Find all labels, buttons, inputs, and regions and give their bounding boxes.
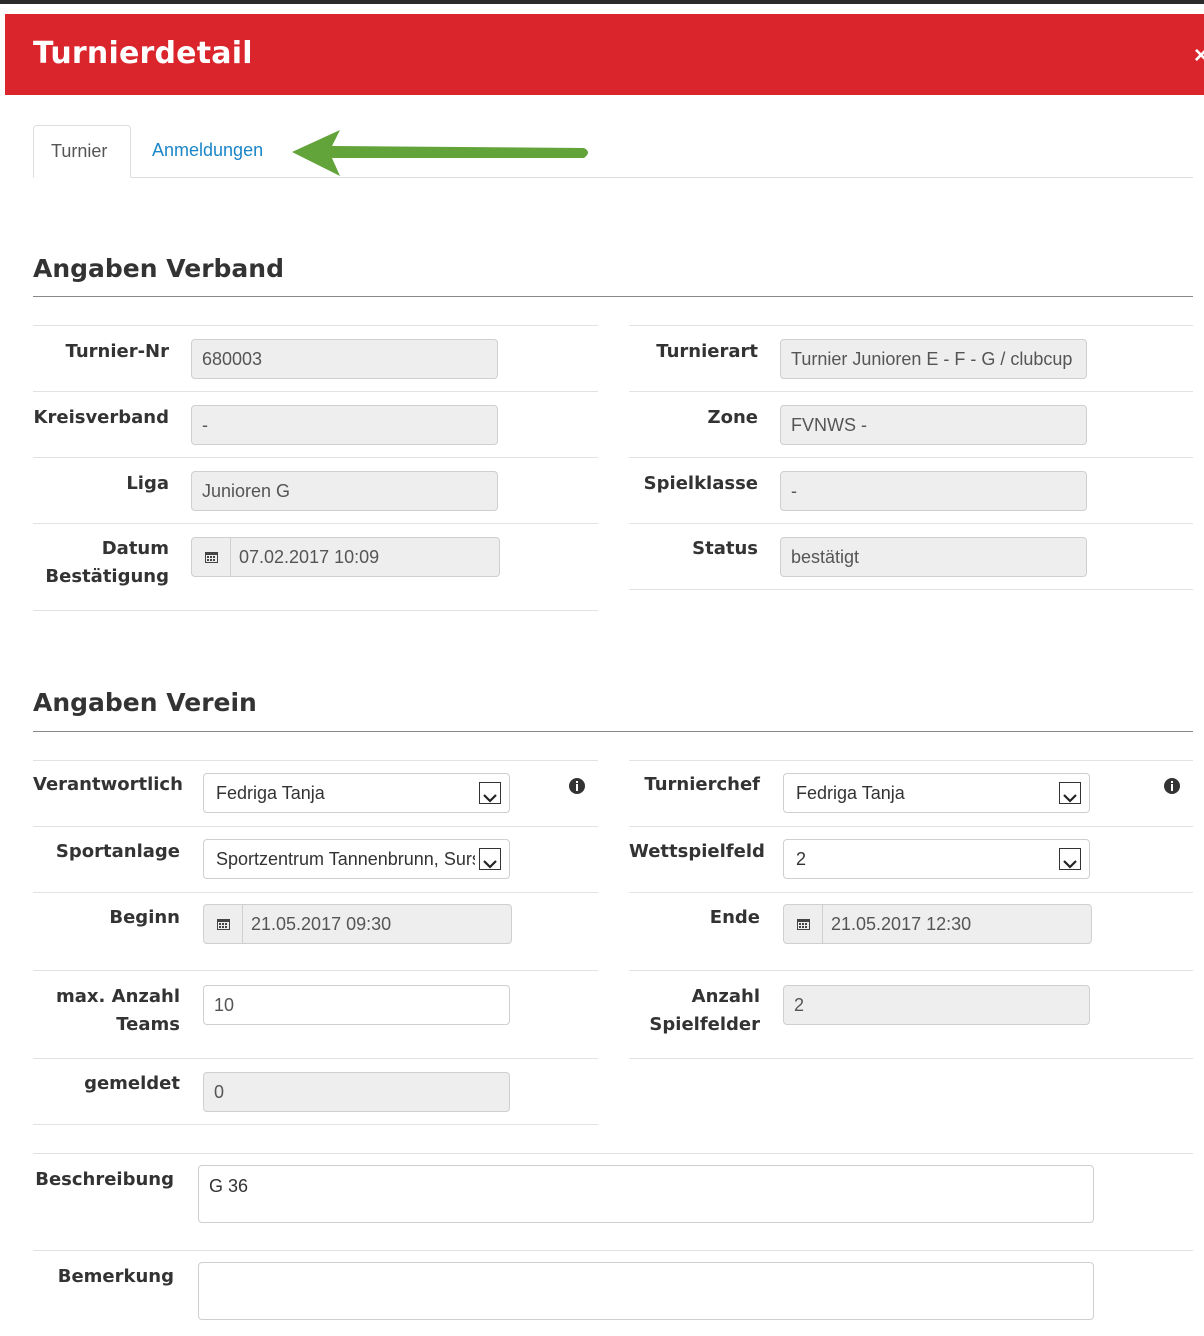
chevron-down-icon[interactable] [1059,848,1081,870]
row-divider [33,970,598,971]
label-line: max. Anzahl [56,986,180,1007]
row-divider [629,1058,1193,1059]
label-turnier-nr: Turnier-Nr [65,341,169,362]
dialog-header: Turnierdetail × [5,14,1204,95]
date-value: 21.05.2017 12:30 [831,914,972,934]
calendar-icon [784,905,823,943]
row-divider [629,523,1193,524]
row-divider [33,1153,1193,1154]
label-bemerkung: Bemerkung [57,1266,174,1287]
row-divider [33,1250,1193,1251]
spielklasse-field: - [780,471,1087,511]
info-icon[interactable] [1164,778,1180,794]
label-ende: Ende [709,907,760,928]
label-sportanlage: Sportanlage [55,841,180,862]
select-value: 2 [796,849,807,869]
turnier-nr-field: 680003 [191,339,498,379]
turnierart-field: Turnier Junioren E - F - G / clubcup [780,339,1087,379]
wettspielfeld-select[interactable]: 2 [783,839,1090,879]
row-divider [629,826,1193,827]
row-divider [33,760,598,761]
bemerkung-textarea[interactable] [198,1262,1094,1320]
label-beschreibung: Beschreibung [35,1169,174,1190]
max-teams-input[interactable]: 10 [203,985,510,1025]
window-top-edge [0,0,1204,12]
calendar-icon [192,538,231,576]
label-kreisverband: Kreisverband [33,407,169,428]
row-divider [33,325,598,326]
row-divider [33,391,598,392]
tab-bar: Turnier Anmeldungen [33,125,1193,178]
chevron-down-icon[interactable] [479,782,501,804]
row-divider [629,457,1193,458]
label-line: Bestätigung [45,566,169,587]
verantwortlich-select[interactable]: Fedriga Tanja [203,773,510,813]
row-divider [33,523,598,524]
zone-field: FVNWS - [780,405,1087,445]
date-value: 21.05.2017 09:30 [251,914,392,934]
label-gemeldet: gemeldet [84,1073,180,1094]
dialog-title: Turnierdetail [33,36,253,71]
section-divider [33,731,1193,732]
row-divider [629,325,1193,326]
label-wettspielfeld: Wettspielfeld [629,841,765,862]
row-divider [33,1124,598,1125]
label-beginn: Beginn [109,907,180,928]
row-divider [629,589,1193,590]
label-max-anzahl-teams: max. Anzahl Teams [33,983,180,1039]
tab-turnier[interactable]: Turnier [33,125,131,178]
info-icon[interactable] [569,778,585,794]
ende-field: 21.05.2017 12:30 [783,904,1092,944]
tab-anmeldungen[interactable]: Anmeldungen [135,125,280,177]
label-verantwortlich: Verantwortlich [33,774,183,795]
status-field: bestätigt [780,537,1087,577]
label-datum-bestaetigung: Datum Bestätigung [33,535,169,591]
row-divider [33,610,598,611]
label-status: Status [692,538,758,559]
label-turnierart: Turnierart [656,341,758,362]
sportanlage-select[interactable]: Sportzentrum Tannenbrunn, Sursee [203,839,510,879]
label-line: Teams [116,1014,180,1035]
date-value: 07.02.2017 10:09 [239,547,380,567]
label-line: Anzahl [691,986,760,1007]
row-divider [629,760,1193,761]
section-title-verband: Angaben Verband [33,254,284,283]
label-spielklasse: Spielklasse [643,473,758,494]
label-liga: Liga [126,473,169,494]
row-divider [629,970,1193,971]
row-divider [33,826,598,827]
datum-bestaetigung-field: 07.02.2017 10:09 [191,537,500,577]
close-icon[interactable]: × [1194,42,1204,70]
label-line: Spielfelder [649,1014,760,1035]
row-divider [33,1058,598,1059]
row-divider [629,892,1193,893]
section-title-verein: Angaben Verein [33,688,257,717]
green-arrow-annotation [292,130,588,176]
select-value: Sportzentrum Tannenbrunn, Sursee [216,849,475,869]
kreisverband-field: - [191,405,498,445]
select-value: Fedriga Tanja [796,783,905,803]
liga-field: Junioren G [191,471,498,511]
beschreibung-textarea[interactable]: G 36 [198,1165,1094,1223]
chevron-down-icon[interactable] [479,848,501,870]
label-turnierchef: Turnierchef [644,774,760,795]
label-zone: Zone [707,407,758,428]
section-divider [33,296,1193,297]
chevron-down-icon[interactable] [1059,782,1081,804]
row-divider [629,391,1193,392]
row-divider [33,457,598,458]
select-value: Fedriga Tanja [216,783,325,803]
calendar-icon [204,905,243,943]
label-anzahl-spielfelder: Anzahl Spielfelder [629,983,760,1039]
turnierchef-select[interactable]: Fedriga Tanja [783,773,1090,813]
row-divider [33,892,598,893]
anzahl-spielfelder-field: 2 [783,985,1090,1025]
label-line: Datum [101,538,169,559]
gemeldet-field: 0 [203,1072,510,1112]
beginn-field: 21.05.2017 09:30 [203,904,512,944]
